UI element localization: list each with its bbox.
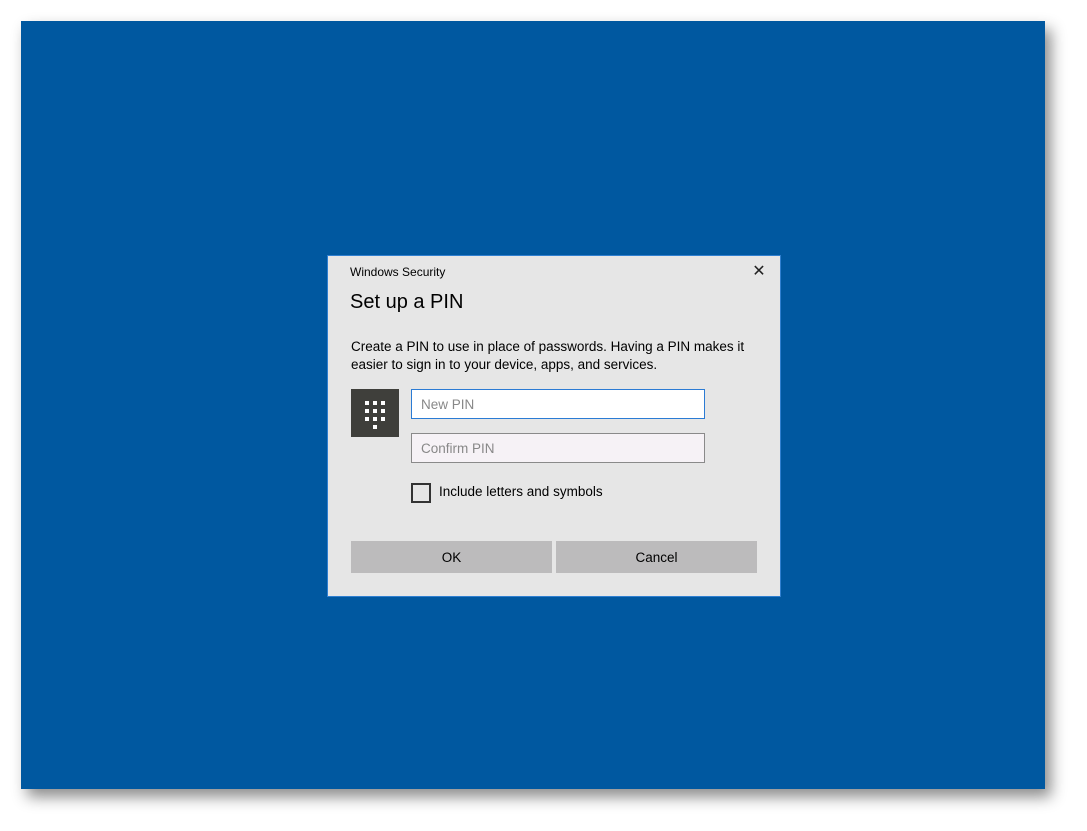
include-letters-label[interactable]: Include letters and symbols (439, 484, 603, 499)
include-letters-checkbox[interactable] (411, 483, 431, 503)
keypad-icon (351, 389, 399, 437)
windows-security-dialog: Windows Security ✕ Set up a PIN Create a… (327, 255, 781, 597)
ok-button[interactable]: OK (351, 541, 552, 573)
dialog-description: Create a PIN to use in place of password… (351, 339, 745, 372)
close-icon[interactable]: ✕ (748, 262, 770, 282)
cancel-button[interactable]: Cancel (556, 541, 757, 573)
new-pin-input[interactable] (411, 389, 705, 419)
window-title: Windows Security (350, 265, 446, 279)
confirm-pin-input[interactable] (411, 433, 705, 463)
dialog-heading: Set up a PIN (350, 291, 464, 313)
desktop-background: Windows Security ✕ Set up a PIN Create a… (21, 21, 1045, 789)
